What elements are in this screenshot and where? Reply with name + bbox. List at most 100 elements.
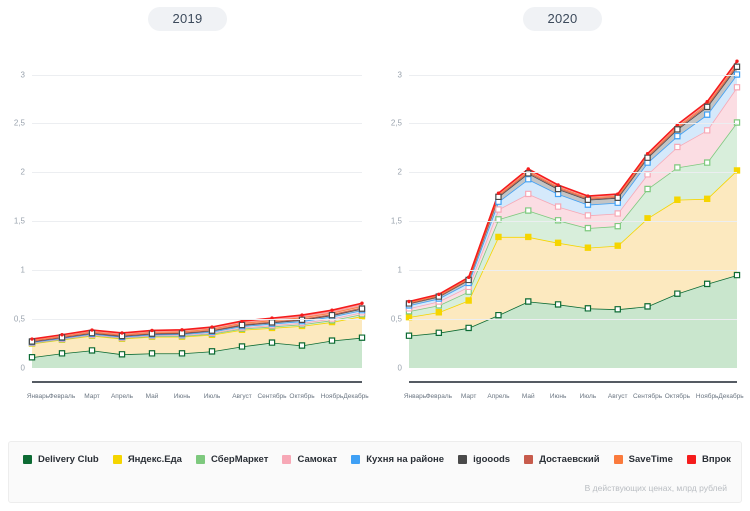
data-point-marker[interactable] [734, 64, 739, 69]
total-point-marker[interactable] [210, 325, 214, 329]
data-point-marker[interactable] [406, 333, 411, 338]
data-point-marker[interactable] [359, 335, 364, 340]
data-point-marker[interactable] [645, 216, 650, 221]
data-point-marker[interactable] [436, 310, 441, 315]
total-point-marker[interactable] [90, 328, 94, 332]
data-point-marker[interactable] [59, 351, 64, 356]
data-point-marker[interactable] [615, 224, 620, 229]
data-point-marker[interactable] [585, 213, 590, 218]
legend-item[interactable]: Delivery Club [23, 454, 99, 465]
data-point-marker[interactable] [615, 307, 620, 312]
data-point-marker[interactable] [585, 306, 590, 311]
data-point-marker[interactable] [585, 245, 590, 250]
legend-item[interactable]: Достаевский [524, 454, 600, 465]
total-point-marker[interactable] [120, 331, 124, 335]
data-point-marker[interactable] [89, 348, 94, 353]
data-point-marker[interactable] [675, 127, 680, 132]
data-point-marker[interactable] [734, 85, 739, 90]
data-point-marker[interactable] [615, 195, 620, 200]
data-point-marker[interactable] [675, 134, 680, 139]
total-point-marker[interactable] [645, 151, 650, 156]
data-point-marker[interactable] [526, 208, 531, 213]
total-point-marker[interactable] [437, 292, 441, 297]
data-point-marker[interactable] [615, 211, 620, 216]
data-point-marker[interactable] [149, 351, 154, 356]
data-point-marker[interactable] [705, 104, 710, 109]
data-point-marker[interactable] [179, 351, 184, 356]
data-point-marker[interactable] [555, 302, 560, 307]
data-point-marker[interactable] [585, 226, 590, 231]
total-point-marker[interactable] [466, 275, 471, 280]
total-point-marker[interactable] [616, 192, 620, 196]
y-axis-tick-label: 2 [397, 167, 402, 177]
total-point-marker[interactable] [330, 308, 334, 312]
data-point-marker[interactable] [239, 322, 244, 327]
data-point-marker[interactable] [705, 281, 710, 286]
total-point-marker[interactable] [735, 59, 739, 63]
data-point-marker[interactable] [675, 197, 680, 202]
total-point-marker[interactable] [705, 100, 709, 104]
total-point-marker[interactable] [526, 167, 530, 171]
data-point-marker[interactable] [496, 313, 501, 318]
gridline [409, 368, 737, 369]
data-point-marker[interactable] [645, 155, 650, 160]
data-point-marker[interactable] [705, 196, 710, 201]
total-point-marker[interactable] [496, 191, 501, 195]
legend-item[interactable]: СберМаркет [196, 454, 268, 465]
data-point-marker[interactable] [269, 340, 274, 345]
data-point-marker[interactable] [675, 144, 680, 149]
data-point-marker[interactable] [645, 304, 650, 309]
data-point-marker[interactable] [269, 320, 274, 325]
data-point-marker[interactable] [526, 299, 531, 304]
legend-item[interactable]: Самокат [282, 454, 337, 465]
legend-item[interactable]: igooods [458, 454, 510, 465]
data-point-marker[interactable] [209, 349, 214, 354]
total-point-marker[interactable] [180, 328, 184, 332]
total-point-marker[interactable] [150, 328, 154, 333]
data-point-marker[interactable] [705, 160, 710, 165]
total-point-marker[interactable] [30, 337, 34, 341]
total-point-marker[interactable] [60, 333, 64, 337]
data-point-marker[interactable] [526, 191, 531, 196]
legend-item[interactable]: Яндекс.Еда [112, 454, 182, 465]
total-point-marker[interactable] [300, 313, 304, 317]
data-point-marker[interactable] [496, 207, 501, 212]
data-point-marker[interactable] [496, 234, 501, 239]
data-point-marker[interactable] [299, 343, 304, 348]
data-point-marker[interactable] [329, 313, 334, 318]
legend-item[interactable]: Кухня на районе [351, 454, 444, 465]
y-axis-tick-label: 2,5 [390, 118, 402, 128]
data-point-marker[interactable] [555, 204, 560, 209]
data-point-marker[interactable] [526, 177, 531, 182]
total-point-marker[interactable] [556, 183, 560, 187]
data-point-marker[interactable] [705, 128, 710, 133]
legend-item[interactable]: SaveTime [613, 454, 673, 465]
total-point-marker[interactable] [407, 299, 411, 304]
data-point-marker[interactable] [645, 186, 650, 191]
data-point-marker[interactable] [615, 243, 620, 248]
data-point-marker[interactable] [239, 344, 244, 349]
data-point-marker[interactable] [29, 355, 34, 360]
data-point-marker[interactable] [526, 234, 531, 239]
data-point-marker[interactable] [585, 197, 590, 202]
data-point-marker[interactable] [436, 330, 441, 335]
total-point-marker[interactable] [586, 194, 590, 198]
data-point-marker[interactable] [209, 328, 214, 333]
data-point-marker[interactable] [705, 112, 710, 117]
data-point-marker[interactable] [359, 306, 364, 311]
y-axis-tick-label: 3 [397, 70, 402, 80]
data-point-marker[interactable] [119, 352, 124, 357]
data-point-marker[interactable] [496, 194, 501, 199]
data-point-marker[interactable] [675, 165, 680, 170]
data-point-marker[interactable] [555, 240, 560, 245]
legend-item[interactable]: Впрок [686, 454, 731, 465]
data-point-marker[interactable] [329, 338, 334, 343]
total-point-marker[interactable] [360, 301, 364, 305]
data-point-marker[interactable] [555, 186, 560, 191]
data-point-marker[interactable] [675, 291, 680, 296]
data-point-marker[interactable] [466, 325, 471, 330]
legend-swatch-icon [524, 455, 534, 464]
x-axis-tick-label: Май [145, 393, 159, 400]
data-point-marker[interactable] [466, 298, 471, 303]
data-point-marker[interactable] [734, 272, 739, 277]
